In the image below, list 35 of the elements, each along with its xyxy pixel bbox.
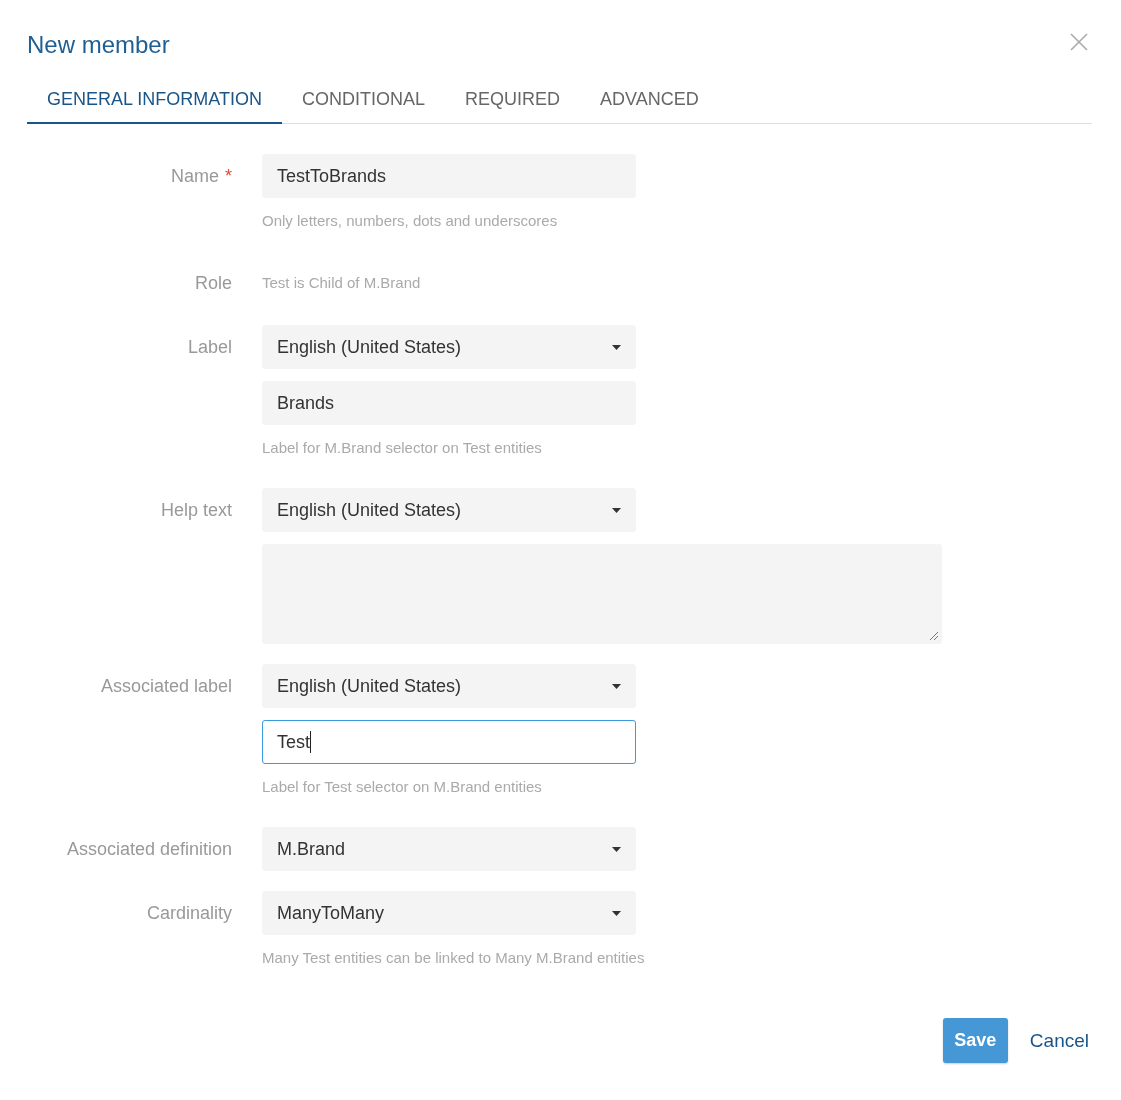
dropdown[interactable]: ManyToMany	[262, 891, 636, 935]
textarea-field[interactable]	[262, 544, 942, 644]
dialog-title: New member	[27, 30, 170, 60]
field-label: Help text	[160, 500, 232, 520]
caret-icon	[612, 344, 621, 350]
input-field[interactable]: Test	[262, 720, 636, 764]
caret-icon	[612, 846, 621, 852]
dropdown[interactable]: English (United States)	[262, 325, 636, 369]
field-label: Cardinality	[146, 903, 232, 923]
hint-text: Label for Test selector on M.Brand entities	[262, 778, 543, 797]
input-field[interactable]: TestToBrands	[262, 154, 636, 198]
caret-icon	[612, 507, 621, 513]
field-label: Name	[170, 166, 219, 186]
hint-text: Label for M.Brand selector on Test entities	[262, 439, 543, 458]
role-text: Test is Child of M.Brand	[262, 273, 421, 293]
field-label: Label	[187, 337, 232, 357]
hint-text: Only letters, numbers, dots and underscores	[262, 212, 559, 231]
caret-icon	[612, 683, 621, 689]
field-label: Associated definition	[66, 839, 232, 859]
field-label: Associated label	[100, 676, 232, 696]
cancel-link[interactable]: Cancel	[1029, 1029, 1089, 1052]
required-mark: *	[225, 166, 232, 186]
field-label: Role	[194, 273, 232, 293]
close-icon[interactable]	[1070, 33, 1088, 51]
tab[interactable]: ADVANCED	[580, 82, 719, 124]
caret-icon	[612, 910, 621, 916]
tab[interactable]: GENERAL INFORMATION	[27, 82, 282, 124]
resize-grip-icon[interactable]	[929, 631, 939, 641]
tab[interactable]: CONDITIONAL	[282, 82, 446, 124]
dropdown[interactable]: English (United States)	[262, 664, 636, 708]
hint-text: Many Test entities can be linked to Many M.Brand entities	[262, 949, 645, 968]
input-field[interactable]: Brands	[262, 381, 636, 425]
tab[interactable]: REQUIRED	[445, 82, 581, 124]
dropdown[interactable]: M.Brand	[262, 827, 636, 871]
dropdown[interactable]: English (United States)	[262, 488, 636, 532]
